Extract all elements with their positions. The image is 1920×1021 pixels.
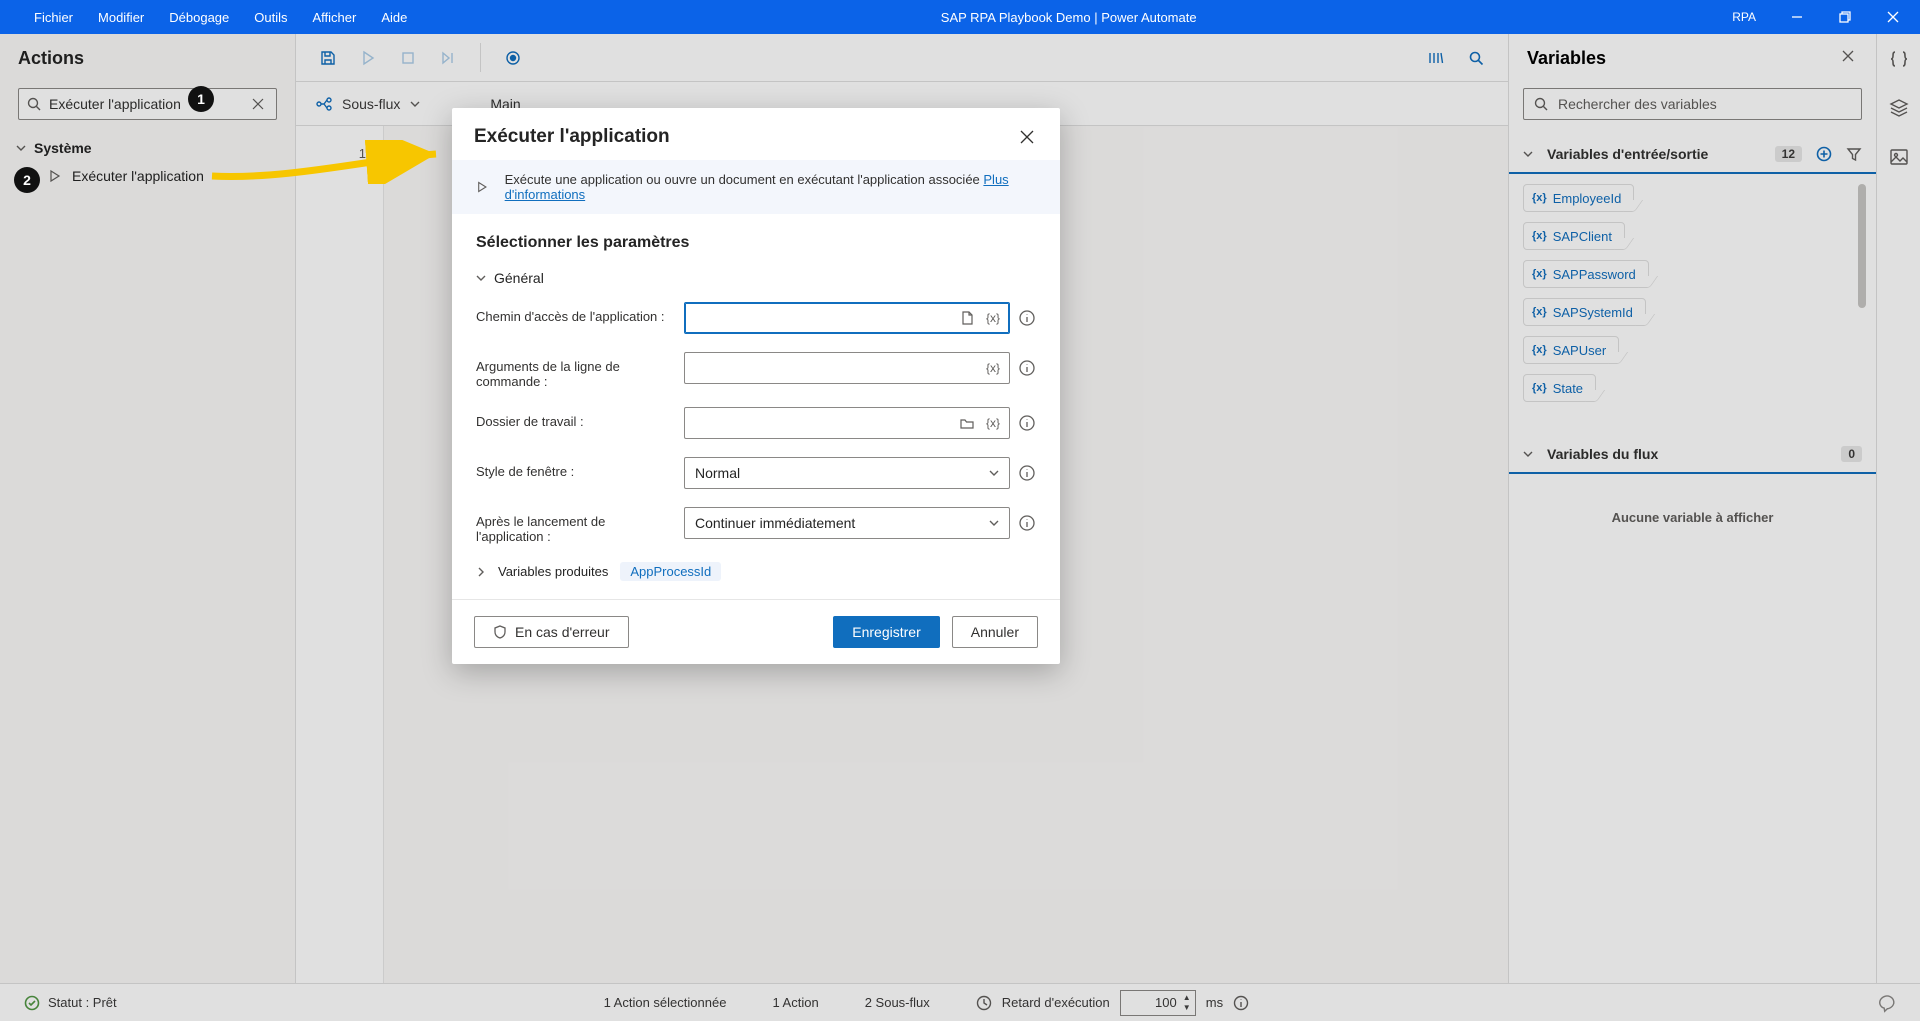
chevron-right-icon <box>476 567 486 577</box>
produced-variables-row[interactable]: Variables produites AppProcessId <box>476 562 1036 581</box>
label-after-launch: Après le lancement de l'application : <box>476 507 666 544</box>
produced-var-appprocessid[interactable]: AppProcessId <box>620 562 721 581</box>
save-button[interactable]: Enregistrer <box>833 616 939 648</box>
cancel-button[interactable]: Annuler <box>952 616 1038 648</box>
window-close[interactable] <box>1870 0 1916 34</box>
run-application-dialog: Exécuter l'application Exécute une appli… <box>452 108 1060 664</box>
browse-file-button[interactable] <box>957 308 977 328</box>
info-icon[interactable] <box>1018 514 1036 532</box>
on-error-button[interactable]: En cas d'erreur <box>474 616 629 648</box>
maximize-icon <box>1839 11 1851 23</box>
field-cli-args: Arguments de la ligne de commande : {x} <box>476 352 1036 389</box>
input-work-dir-text[interactable] <box>691 415 951 431</box>
callout-arrow <box>208 140 448 184</box>
folder-icon <box>960 416 974 430</box>
input-cli-args-text[interactable] <box>691 360 977 376</box>
close-icon <box>1887 11 1899 23</box>
section-general-toggle[interactable]: Général <box>476 270 1036 286</box>
file-icon <box>960 311 974 325</box>
produced-label: Variables produites <box>498 564 608 579</box>
main-menu: Fichier Modifier Débogage Outils Affiche… <box>0 6 419 29</box>
callout-1: 1 <box>188 86 214 112</box>
dialog-close[interactable] <box>1016 126 1038 148</box>
label-app-path: Chemin d'accès de l'application : <box>476 302 666 324</box>
callout-2: 2 <box>14 167 40 193</box>
chevron-down-icon <box>989 468 999 478</box>
insert-variable-button[interactable]: {x} <box>983 308 1003 328</box>
select-after-launch[interactable]: Continuer immédiatement <box>684 507 1010 539</box>
play-icon <box>476 180 489 194</box>
window-maximize[interactable] <box>1822 0 1868 34</box>
info-icon[interactable] <box>1018 309 1036 327</box>
close-icon <box>1020 130 1034 144</box>
menu-modifier[interactable]: Modifier <box>86 6 156 29</box>
field-app-path: Chemin d'accès de l'application : {x} <box>476 302 1036 334</box>
select-window-style[interactable]: Normal <box>684 457 1010 489</box>
insert-variable-button[interactable]: {x} <box>983 413 1003 433</box>
info-icon[interactable] <box>1018 359 1036 377</box>
minimize-icon <box>1791 11 1803 23</box>
field-work-dir: Dossier de travail : {x} <box>476 407 1036 439</box>
menu-outils[interactable]: Outils <box>242 6 299 29</box>
menu-afficher[interactable]: Afficher <box>301 6 369 29</box>
dialog-title: Exécuter l'application <box>474 126 1016 148</box>
select-after-launch-value: Continuer immédiatement <box>695 515 855 531</box>
dialog-section-title: Sélectionner les paramètres <box>476 234 1036 252</box>
info-icon[interactable] <box>1018 464 1036 482</box>
field-window-style: Style de fenêtre : Normal <box>476 457 1036 489</box>
menu-fichier[interactable]: Fichier <box>22 6 85 29</box>
menu-debogage[interactable]: Débogage <box>157 6 241 29</box>
label-window-style: Style de fenêtre : <box>476 457 666 479</box>
rpa-badge[interactable]: RPA <box>1718 0 1764 34</box>
dialog-info-text: Exécute une application ou ouvre un docu… <box>505 172 984 187</box>
info-icon[interactable] <box>1018 414 1036 432</box>
shield-icon <box>493 625 507 639</box>
titlebar: Fichier Modifier Débogage Outils Affiche… <box>0 0 1920 34</box>
field-after-launch: Après le lancement de l'application : Co… <box>476 507 1036 544</box>
input-app-path-text[interactable] <box>691 310 951 326</box>
browse-folder-button[interactable] <box>957 413 977 433</box>
on-error-label: En cas d'erreur <box>515 624 610 640</box>
window-minimize[interactable] <box>1774 0 1820 34</box>
label-cli-args: Arguments de la ligne de commande : <box>476 352 666 389</box>
insert-variable-button[interactable]: {x} <box>983 358 1003 378</box>
section-general-label: Général <box>494 270 544 286</box>
window-title: SAP RPA Playbook Demo | Power Automate <box>419 10 1718 25</box>
select-window-style-value: Normal <box>695 465 740 481</box>
chevron-down-icon <box>989 518 999 528</box>
input-app-path[interactable]: {x} <box>684 302 1010 334</box>
chevron-down-icon <box>476 273 486 283</box>
rpa-label: RPA <box>1732 10 1756 24</box>
input-work-dir[interactable]: {x} <box>684 407 1010 439</box>
label-work-dir: Dossier de travail : <box>476 407 666 429</box>
menu-aide[interactable]: Aide <box>369 6 419 29</box>
input-cli-args[interactable]: {x} <box>684 352 1010 384</box>
dialog-info-banner: Exécute une application ou ouvre un docu… <box>452 160 1060 214</box>
